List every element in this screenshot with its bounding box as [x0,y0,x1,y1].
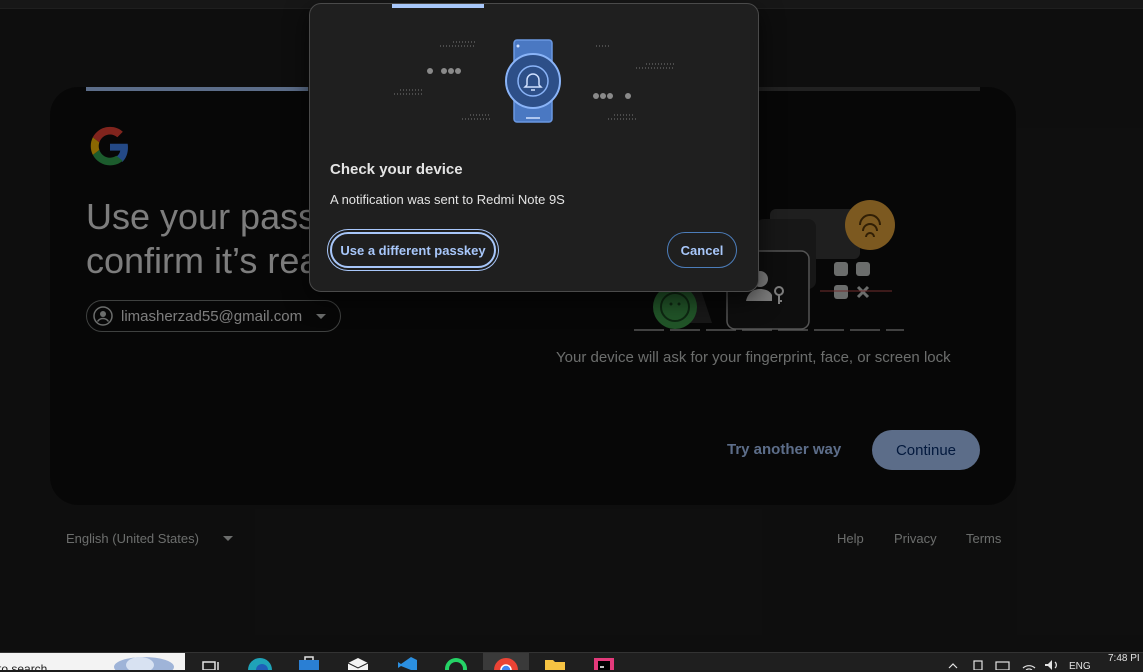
vscode-icon[interactable] [395,656,419,670]
intellij-icon[interactable] [592,656,616,670]
chrome-icon[interactable] [494,656,518,670]
cancel-button[interactable]: Cancel [667,232,737,268]
file-explorer-icon[interactable] [543,656,567,670]
mail-icon[interactable] [346,656,370,670]
taskbar-search-box[interactable]: to search [0,653,185,670]
dialog-title: Check your device [330,161,463,178]
microsoft-store-icon[interactable] [297,656,321,670]
check-device-dialog: Check your device A notification was sen… [309,3,759,292]
chevron-up-icon[interactable] [946,656,960,670]
taskbar: to search ENG 7:48 PI [0,652,1143,672]
whatsapp-icon[interactable] [444,656,468,670]
system-clock[interactable]: 7:48 PI [1108,653,1140,664]
phone-bell-icon [505,39,561,123]
dialog-progress-bar [392,4,484,8]
battery-icon[interactable] [994,656,1012,670]
usb-device-icon[interactable] [970,656,986,670]
wifi-icon[interactable] [1021,656,1037,670]
weather-widget-icon [114,657,174,670]
input-language-indicator[interactable]: ENG [1069,661,1091,672]
task-view-icon[interactable] [200,656,224,670]
dialog-body: A notification was sent to Redmi Note 9S [330,192,565,207]
use-different-passkey-button[interactable]: Use a different passkey [330,232,496,268]
phone-notification-illustration [394,39,674,123]
volume-icon[interactable] [1043,656,1061,670]
edge-browser-icon[interactable] [248,656,272,670]
